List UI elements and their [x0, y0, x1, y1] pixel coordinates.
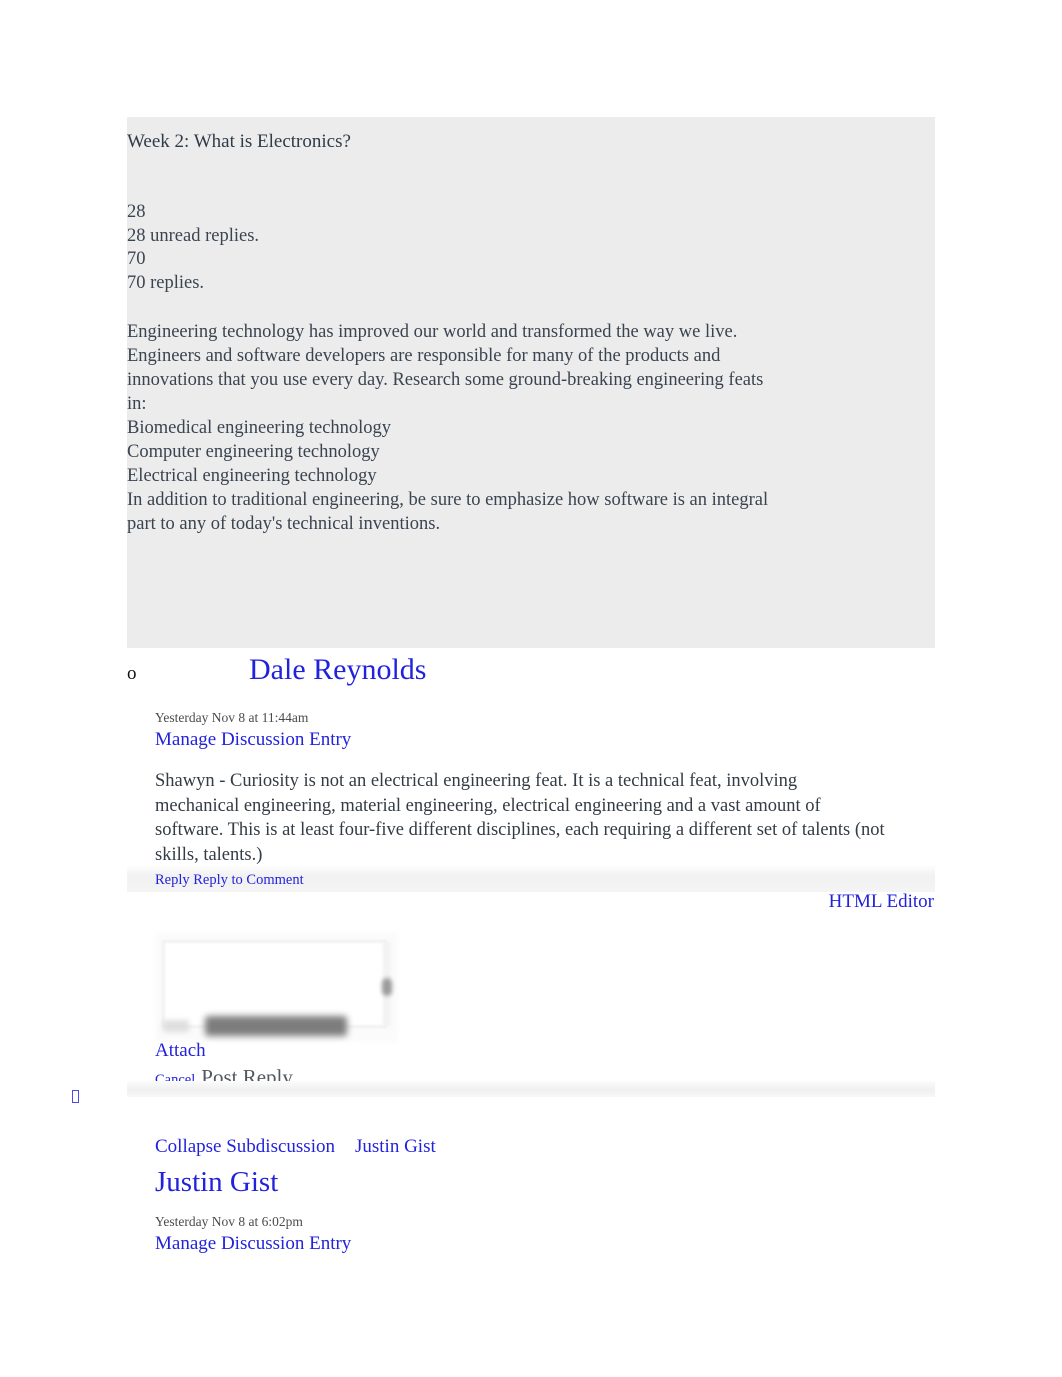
topic-body-line: Biomedical engineering technology [127, 418, 392, 439]
topic-title-spacer [127, 155, 935, 201]
unread-count: 28 [127, 202, 146, 222]
editor-scrollbar-thumb[interactable] [382, 978, 392, 996]
topic-body-line: Computer engineering technology [127, 442, 380, 463]
counts-body-gap [127, 295, 935, 320]
topic-body-line: Electrical engineering technology [127, 466, 377, 487]
entry-author-link[interactable]: Dale Reynolds [249, 650, 426, 690]
manage-discussion-entry-link[interactable]: Manage Discussion Entry [155, 727, 351, 752]
topic-body-line: In addition to traditional engineering, … [127, 490, 769, 511]
collapse-subdiscussion-link[interactable]: Collapse Subdiscussion [155, 1136, 335, 1157]
topic-body: Engineering technology has improved our … [127, 320, 867, 536]
entry-timestamp: Yesterday Nov 8 at 6:02pm [155, 1214, 303, 1229]
attach-link[interactable]: Attach [155, 1038, 206, 1064]
entry-header-row: o Dale Reynolds [127, 650, 935, 694]
replies-label: 70 replies. [127, 272, 205, 293]
entry-message-body: Shawyn - Curiosity is not an electrical … [155, 771, 885, 865]
topic-body-line: part to any of today's technical inventi… [127, 514, 441, 535]
redacted-region [205, 1016, 347, 1036]
editor-bottom-band [127, 1081, 935, 1097]
reply-link[interactable]: Reply [155, 872, 190, 888]
missing-glyph-box [72, 1090, 79, 1103]
subdiscussion-author-link[interactable]: Justin Gist [355, 1136, 436, 1157]
entry-meta: Yesterday Nov 8 at 11:44am Manage Discus… [155, 709, 935, 752]
missing-glyph-icon [72, 1090, 79, 1108]
entry-author-link[interactable]: Justin Gist [155, 1163, 935, 1201]
discussion-topic-panel: Week 2: What is Electronics? 28 28 unrea… [127, 117, 935, 648]
replies-count: 70 [127, 249, 146, 270]
subdiscussion-header-row: Collapse Subdiscussion Justin Gist [155, 1134, 935, 1159]
discussion-page: Week 2: What is Electronics? 28 28 unrea… [0, 0, 1062, 1377]
topic-body-line: Engineers and software developers are re… [127, 346, 721, 367]
reply-action-links: Reply Reply to Comment [155, 871, 304, 890]
topic-body-line: Engineering technology has improved our … [127, 322, 738, 343]
reply-textarea[interactable] [163, 941, 386, 1027]
discussion-entry-justin-gist: Collapse Subdiscussion Justin Gist Justin… [155, 1134, 935, 1256]
reply-editor[interactable] [155, 932, 398, 1042]
topic-body-line: innovations that you use every day. Rese… [127, 370, 764, 391]
html-editor-link[interactable]: HTML Editor [829, 889, 934, 915]
manage-discussion-entry-link[interactable]: Manage Discussion Entry [155, 1231, 351, 1256]
reply-counts: 28 28 unread replies. 70 70 replies. [127, 201, 935, 295]
unread-replies-label: 28 unread replies. [127, 225, 260, 246]
entry-timestamp: Yesterday Nov 8 at 11:44am [155, 710, 309, 725]
reply-to-comment-link[interactable]: Reply to Comment [193, 872, 303, 888]
list-bullet-marker: o [127, 663, 137, 684]
page-title: Week 2: What is Electronics? [127, 131, 351, 152]
topic-body-line: in: [127, 394, 147, 415]
discussion-entry-dale-reynolds: o Dale Reynolds Yesterday Nov 8 at 11:44… [127, 650, 935, 867]
entry-meta: Yesterday Nov 8 at 6:02pm Manage Discuss… [155, 1213, 935, 1256]
redacted-region-small [163, 1020, 189, 1032]
